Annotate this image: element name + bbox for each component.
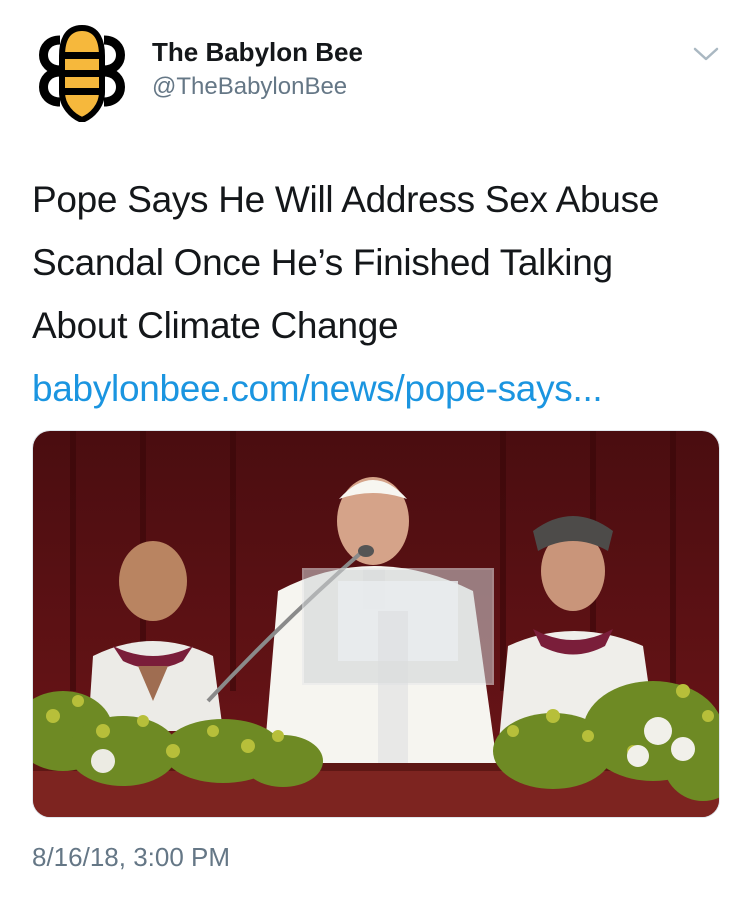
tweet-text-line: About Climate Change — [32, 305, 399, 346]
article-link[interactable]: babylonbee.com/news/pope-says... — [32, 357, 722, 420]
tweet-timestamp[interactable]: 8/16/18, 3:00 PM — [32, 842, 230, 873]
tweet-header: The Babylon Bee @TheBabylonBee — [32, 22, 722, 124]
display-name[interactable]: The Babylon Bee — [152, 36, 363, 68]
tweet-photo[interactable] — [32, 430, 720, 818]
bee-logo-icon[interactable] — [32, 22, 132, 124]
tweet-text-line: Pope Says He Will Address Sex Abuse — [32, 179, 660, 220]
chevron-down-icon[interactable] — [692, 44, 720, 64]
author-names: The Babylon Bee @TheBabylonBee — [152, 36, 363, 102]
tweet-text-line: Scandal Once He’s Finished Talking — [32, 242, 613, 283]
account-handle[interactable]: @TheBabylonBee — [152, 72, 363, 102]
tweet-text: Pope Says He Will Address Sex Abuse Scan… — [32, 168, 722, 420]
tweet-card[interactable]: The Babylon Bee @TheBabylonBee Pope Says… — [0, 0, 750, 900]
